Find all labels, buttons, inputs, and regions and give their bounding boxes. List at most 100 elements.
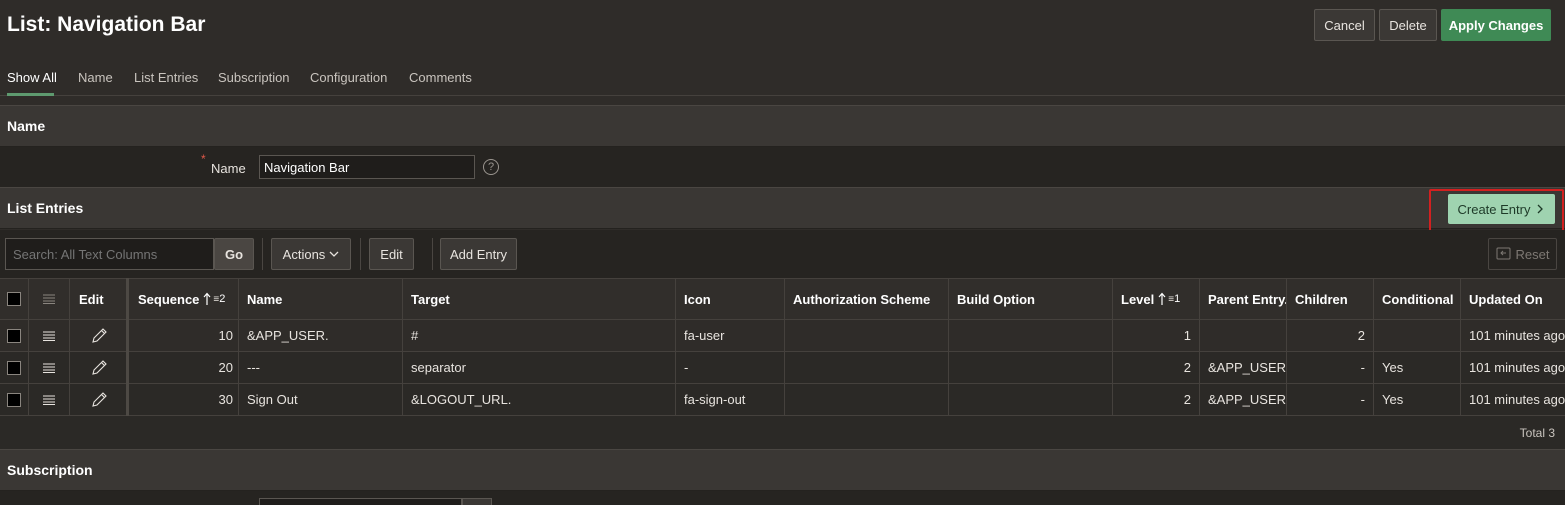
edit-button[interactable]: Edit — [369, 238, 414, 270]
column-divider — [69, 278, 70, 416]
row-checkbox[interactable] — [7, 360, 21, 375]
menu-lines-icon[interactable] — [42, 331, 56, 341]
select-all-checkbox[interactable] — [7, 292, 21, 306]
frozen-column-divider[interactable] — [126, 278, 129, 416]
subscription-section-header[interactable]: Subscription — [0, 449, 1565, 491]
sequence-cell: 30 — [218, 392, 233, 407]
column-header-target[interactable]: Target — [402, 279, 676, 319]
row-checkbox[interactable] — [7, 392, 21, 407]
name-section-title: Name — [7, 118, 46, 134]
column-divider — [784, 278, 785, 416]
table-row[interactable]: 20 --- separator - 2 &APP_USER. - Yes 10… — [0, 352, 1565, 384]
level-cell: 1 — [1183, 328, 1191, 343]
name-cell: --- — [247, 360, 260, 375]
tab-bar: Show All Name List Entries Subscription … — [0, 60, 1565, 96]
name-cell: &APP_USER. — [247, 328, 329, 343]
column-divider — [1112, 278, 1113, 416]
row-total: Total 3 — [1519, 426, 1555, 440]
column-divider — [1373, 278, 1374, 416]
conditional-cell — [1373, 320, 1461, 351]
sort-order-badge: 2 — [219, 293, 226, 305]
row-select-cell — [0, 352, 28, 383]
actions-menu-button[interactable]: Actions — [271, 238, 351, 270]
updated-on-cell: 101 minutes ago — [1469, 360, 1565, 375]
name-input[interactable] — [259, 155, 475, 179]
menu-lines-icon[interactable] — [42, 294, 56, 304]
sequence-header-label: Sequence — [138, 291, 200, 307]
tab-name[interactable]: Name — [78, 70, 113, 85]
menu-lines-icon[interactable] — [42, 363, 56, 373]
build-option-cell — [948, 352, 1113, 383]
column-header-conditional[interactable]: Conditional — [1373, 279, 1461, 319]
row-select-cell — [0, 384, 28, 415]
column-header-updated-on[interactable]: Updated On — [1460, 279, 1565, 319]
pencil-icon[interactable] — [90, 327, 108, 345]
column-header-name[interactable]: Name — [238, 279, 403, 319]
row-edit-cell — [70, 352, 128, 383]
subscription-lookup-button[interactable] — [462, 498, 492, 505]
column-header-edit[interactable]: Edit — [70, 279, 128, 319]
row-edit-cell — [70, 320, 128, 351]
add-entry-button[interactable]: Add Entry — [440, 238, 517, 270]
required-indicator: * — [201, 152, 206, 166]
pencil-icon[interactable] — [90, 359, 108, 377]
highlight-box — [1429, 189, 1564, 236]
page-header: List: Navigation Bar Cancel Delete Apply… — [0, 0, 1565, 52]
column-header-icon[interactable]: Icon — [675, 279, 785, 319]
list-entries-grid: Edit Sequence ≡ 2 Name Target Icon Autho… — [0, 278, 1565, 449]
reset-label: Reset — [1515, 246, 1550, 262]
actions-label: Actions — [282, 246, 326, 262]
delete-button[interactable]: Delete — [1379, 9, 1437, 41]
column-header-build-option[interactable]: Build Option — [948, 279, 1113, 319]
column-divider — [402, 278, 403, 416]
pencil-icon[interactable] — [90, 391, 108, 409]
column-divider — [1199, 278, 1200, 416]
sort-ascending-icon — [1158, 292, 1166, 305]
sequence-cell: 20 — [218, 360, 233, 375]
target-cell: # — [411, 328, 419, 343]
tab-subscription[interactable]: Subscription — [218, 70, 290, 85]
reset-icon — [1496, 247, 1511, 260]
menu-lines-icon[interactable] — [42, 395, 56, 405]
search-input[interactable] — [5, 238, 214, 270]
table-row[interactable]: 10 &APP_USER. # fa-user 1 2 101 minutes … — [0, 320, 1565, 352]
updated-on-cell: 101 minutes ago — [1469, 392, 1565, 407]
column-header-authorization-scheme[interactable]: Authorization Scheme — [784, 279, 949, 319]
help-icon[interactable]: ? — [483, 159, 499, 175]
build-option-cell — [948, 384, 1113, 415]
apply-changes-button[interactable]: Apply Changes — [1441, 9, 1551, 41]
column-header-children[interactable]: Children — [1286, 279, 1374, 319]
cancel-button[interactable]: Cancel — [1314, 9, 1375, 41]
list-entries-section-header[interactable]: List Entries — [0, 187, 1565, 229]
column-header-sequence[interactable]: Sequence ≡ 2 — [129, 279, 242, 319]
row-select-cell — [0, 320, 28, 351]
level-cell: 2 — [1183, 360, 1191, 375]
tab-configuration[interactable]: Configuration — [310, 70, 387, 85]
authorization-cell — [784, 352, 949, 383]
tab-list-entries[interactable]: List Entries — [134, 70, 198, 85]
row-checkbox[interactable] — [7, 328, 21, 343]
subscription-section-title: Subscription — [7, 462, 93, 478]
name-cell: Sign Out — [247, 392, 298, 407]
sort-order-badge: 1 — [1174, 293, 1181, 305]
table-row[interactable]: 30 Sign Out &LOGOUT_URL. fa-sign-out 2 &… — [0, 384, 1565, 416]
level-header-label: Level — [1121, 291, 1155, 307]
row-handle-cell — [28, 352, 70, 383]
column-header-parent-entry[interactable]: Parent Entry.. — [1199, 279, 1287, 319]
name-section-header[interactable]: Name — [0, 105, 1565, 147]
column-divider — [948, 278, 949, 416]
subscription-input[interactable] — [259, 498, 462, 505]
reset-button[interactable]: Reset — [1488, 238, 1557, 270]
go-button[interactable]: Go — [214, 238, 254, 270]
sequence-cell: 10 — [218, 328, 233, 343]
conditional-cell: Yes — [1382, 360, 1404, 375]
column-header-level[interactable]: Level ≡ 1 — [1112, 279, 1200, 319]
tab-comments[interactable]: Comments — [409, 70, 472, 85]
name-field-label: Name — [211, 161, 246, 176]
icon-cell: fa-user — [684, 328, 725, 343]
level-cell: 2 — [1183, 392, 1191, 407]
children-cell: 2 — [1357, 328, 1365, 343]
tab-show-all[interactable]: Show All — [7, 70, 57, 85]
parent-entry-cell — [1199, 320, 1287, 351]
toolbar-divider — [360, 238, 361, 270]
